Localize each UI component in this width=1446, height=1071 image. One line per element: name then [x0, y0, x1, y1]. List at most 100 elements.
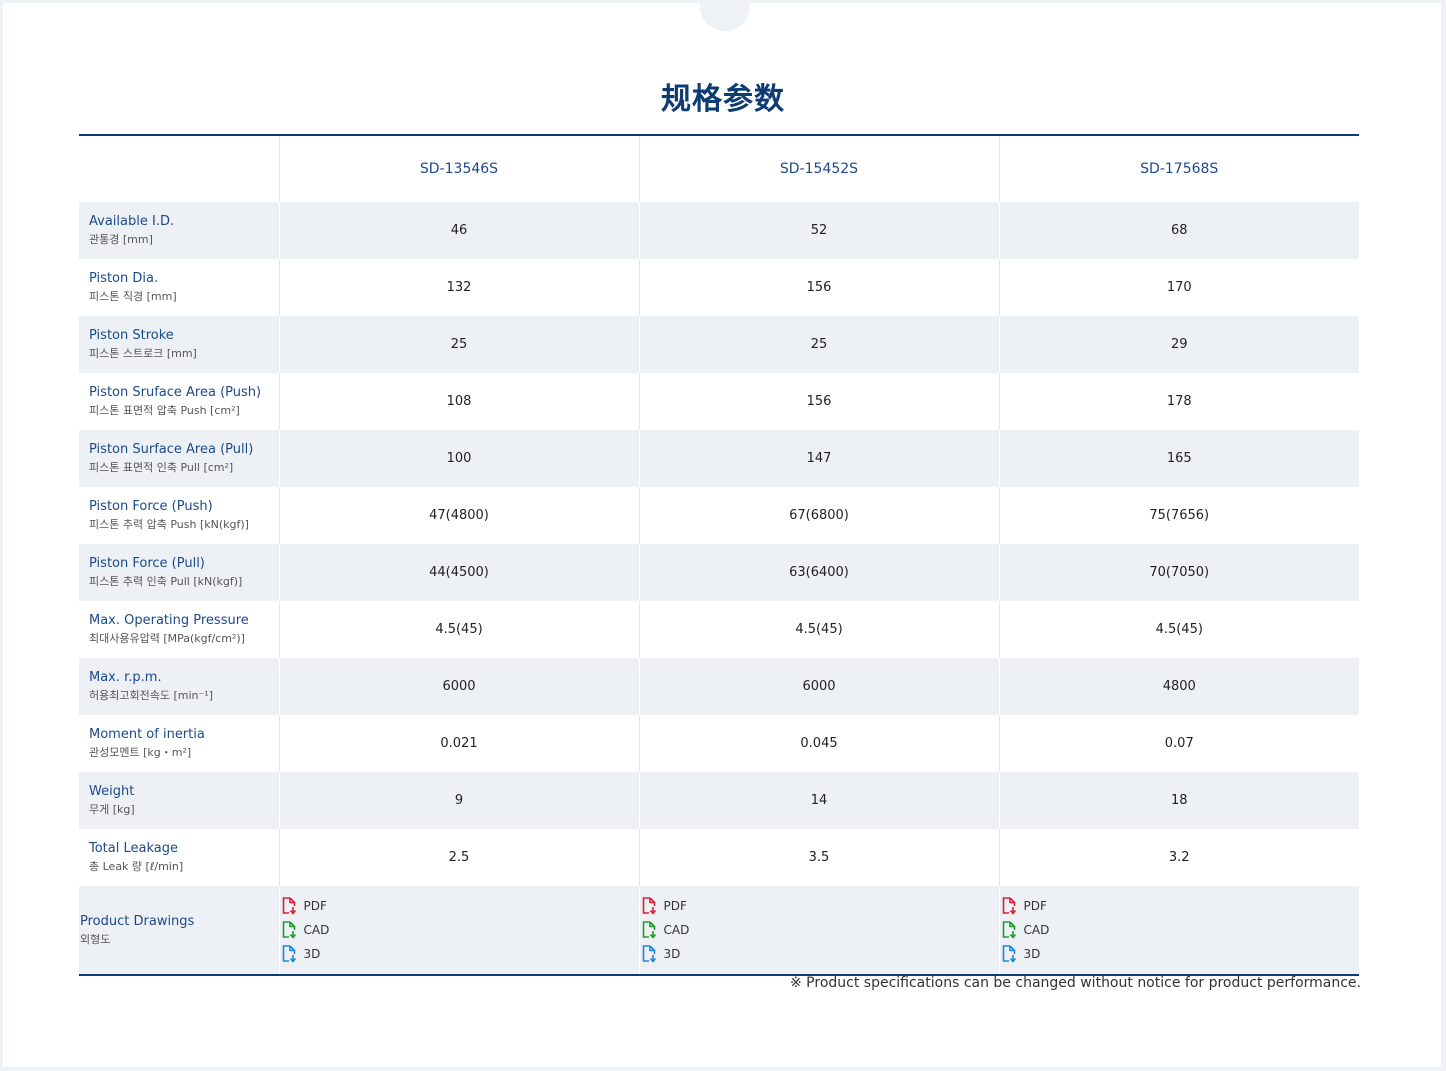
3d-download-icon	[642, 944, 656, 963]
spec-value-cell: 25	[278, 316, 639, 373]
spec-value-cell: 68	[998, 202, 1359, 259]
table-row: Piston Stroke 피스톤 스트로크 [mm] 25 25 29	[79, 316, 1359, 373]
row-label-ko: 관통경 [mm]	[89, 233, 153, 246]
drawing-link-cad[interactable]: CAD	[281, 918, 330, 942]
row-label-en: Total Leakage	[89, 841, 178, 856]
table-row: Piston Surface Area (Pull) 피스톤 표면적 인축 Pul…	[79, 430, 1359, 487]
spec-value-cell: 6000	[278, 658, 639, 715]
spec-value-cell: 170	[998, 259, 1359, 316]
row-label-en: Piston Stroke	[89, 328, 174, 343]
spec-value-cell: 4.5(45)	[638, 601, 999, 658]
spec-value-cell: 165	[998, 430, 1359, 487]
table-row: Moment of inertia 관성모멘트 [kg・m²] 0.021 0.045…	[79, 715, 1359, 772]
pdf-download-icon	[1002, 896, 1016, 915]
drawing-links: PDF CAD 3D	[1001, 894, 1050, 966]
spec-value-cell: 156	[638, 373, 999, 430]
spec-value-cell: 9	[278, 772, 639, 829]
spec-table: SD-13546S SD-15452S SD-17568S Available …	[79, 134, 1359, 976]
row-label-ko: 총 Leak 량 [ℓ/min]	[89, 860, 184, 873]
spec-value-cell: 63(6400)	[638, 544, 999, 601]
drawings-cell: PDF CAD 3D	[638, 886, 999, 975]
spec-value-cell: 52	[638, 202, 999, 259]
row-label: Piston Dia. 피스톤 직경 [mm]	[79, 259, 279, 316]
drawings-cell: PDF CAD 3D	[998, 886, 1359, 975]
table-row: Total Leakage 총 Leak 량 [ℓ/min] 2.5 3.5 3.2	[79, 829, 1359, 886]
row-label-ko: 최대사용유압력 [MPa(kgf/cm²)]	[89, 632, 245, 645]
drawing-link-label: CAD	[1023, 922, 1050, 937]
pdf-download-icon	[282, 896, 296, 915]
row-label-ko: 관성모멘트 [kg・m²]	[89, 746, 192, 759]
drawing-link-label: CAD	[303, 922, 330, 937]
table-row: Piston Sruface Area (Push) 피스톤 표면적 압축 Pus…	[79, 373, 1359, 430]
spec-value-cell: 100	[278, 430, 639, 487]
drawing-link-3d[interactable]: 3D	[641, 942, 690, 966]
row-label: Piston Sruface Area (Push) 피스톤 표면적 압축 Pus…	[79, 373, 279, 430]
table-row: Piston Dia. 피스톤 직경 [mm] 132 156 170	[79, 259, 1359, 316]
row-label-en: Piston Sruface Area (Push)	[89, 385, 262, 400]
row-label: Piston Force (Push) 피스톤 추력 압축 Push [kN(kg…	[79, 487, 279, 544]
spec-value-cell: 4.5(45)	[278, 601, 639, 658]
model-header: SD-13546S	[278, 135, 639, 202]
scroll-tab-indicator[interactable]	[700, 0, 750, 31]
row-label-ko: 허용최고회전속도 [min⁻¹]	[89, 689, 213, 702]
row-label: Max. r.p.m. 허용최고회전속도 [min⁻¹]	[79, 658, 279, 715]
model-header: SD-15452S	[638, 135, 999, 202]
spec-value-cell: 6000	[638, 658, 999, 715]
drawing-link-3d[interactable]: 3D	[1001, 942, 1050, 966]
row-label: Total Leakage 총 Leak 량 [ℓ/min]	[79, 829, 279, 886]
row-label-en: Weight	[89, 784, 135, 799]
spec-value-cell: 67(6800)	[638, 487, 999, 544]
drawing-link-label: PDF	[663, 898, 687, 913]
drawing-link-cad[interactable]: CAD	[1001, 918, 1050, 942]
drawing-link-label: PDF	[1023, 898, 1047, 913]
3d-download-icon	[1002, 944, 1016, 963]
drawing-links: PDF CAD 3D	[281, 894, 330, 966]
row-label: Weight 무게 [kg]	[79, 772, 279, 829]
spec-disclaimer-note: ※ Product specifications can be changed …	[790, 975, 1361, 991]
spec-value-cell: 108	[278, 373, 639, 430]
row-label-ko: 외형도	[80, 932, 111, 946]
row-label-en: Available I.D.	[89, 214, 175, 229]
table-row: Available I.D. 관통경 [mm] 46 52 68	[79, 202, 1359, 259]
spec-value-cell: 44(4500)	[278, 544, 639, 601]
spec-value-cell: 4.5(45)	[998, 601, 1359, 658]
table-row: Max. Operating Pressure 최대사용유압력 [MPa(kgf/…	[79, 601, 1359, 658]
spec-value-cell: 0.07	[998, 715, 1359, 772]
row-label-ko: 피스톤 표면적 인축 Pull [cm²]	[89, 461, 234, 474]
spec-value-cell: 156	[638, 259, 999, 316]
row-label-ko: 피스톤 추력 압축 Push [kN(kgf)]	[89, 518, 249, 531]
spec-value-cell: 75(7656)	[998, 487, 1359, 544]
row-label-en: Product Drawings	[80, 913, 195, 929]
drawing-link-3d[interactable]: 3D	[281, 942, 330, 966]
drawing-links: PDF CAD 3D	[641, 894, 690, 966]
table-row: Weight 무게 [kg] 9 14 18	[79, 772, 1359, 829]
row-label-ko: 피스톤 스트로크 [mm]	[89, 347, 197, 360]
pdf-download-icon	[642, 896, 656, 915]
spec-value-cell: 3.2	[998, 829, 1359, 886]
drawing-link-cad[interactable]: CAD	[641, 918, 689, 942]
spec-value-cell: 0.045	[638, 715, 999, 772]
spec-body: Available I.D. 관통경 [mm] 46 52 68 Piston Dia. 피…	[79, 202, 1359, 975]
drawing-link-pdf[interactable]: PDF	[281, 894, 330, 918]
row-label-ko: 피스톤 표면적 압축 Push [cm²]	[89, 404, 240, 417]
spec-value-cell: 47(4800)	[278, 487, 639, 544]
table-header-row: SD-13546S SD-15452S SD-17568S	[79, 135, 1359, 202]
row-label-ko: 피스톤 직경 [mm]	[89, 290, 177, 303]
product-drawings-row: Product Drawings 외형도 PDF CAD 3D PDF CAD 3D PDF CA…	[79, 886, 1359, 975]
spec-value-cell: 132	[278, 259, 639, 316]
spec-value-cell: 29	[998, 316, 1359, 373]
row-label-en: Max. r.p.m.	[89, 670, 162, 685]
spec-value-cell: 14	[638, 772, 999, 829]
cad-download-icon	[282, 920, 296, 939]
row-label-en: Piston Force (Push)	[89, 499, 213, 514]
drawing-link-label: 3D	[1023, 946, 1041, 961]
row-label-en: Moment of inertia	[89, 727, 205, 742]
drawing-link-label: 3D	[663, 946, 681, 961]
spec-value-cell: 46	[278, 202, 639, 259]
drawing-link-pdf[interactable]: PDF	[1001, 894, 1050, 918]
row-label: Piston Force (Pull) 피스톤 추력 인축 Pull [kN(kg…	[79, 544, 279, 601]
cad-download-icon	[1002, 920, 1016, 939]
row-label: Product Drawings 외형도	[79, 886, 279, 975]
drawing-link-pdf[interactable]: PDF	[641, 894, 690, 918]
row-label: Moment of inertia 관성모멘트 [kg・m²]	[79, 715, 279, 772]
